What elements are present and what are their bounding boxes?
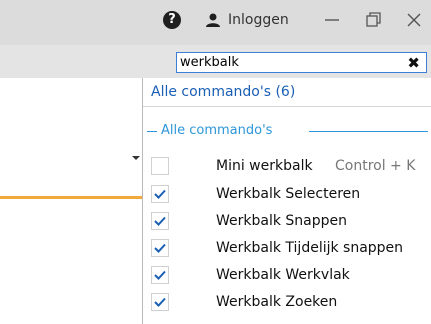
command-item[interactable]: Werkbalk Werkvlak: [143, 263, 431, 288]
all-commands-label[interactable]: Alle commando's (6): [151, 83, 295, 101]
command-search[interactable]: ✖: [176, 52, 427, 73]
command-item[interactable]: Werkbalk Zoeken: [143, 290, 431, 315]
item-label: Werkbalk Tijdelijk snappen: [216, 240, 404, 256]
command-item[interactable]: Werkbalk Snappen: [143, 209, 431, 234]
group-header: Alle commando's: [143, 122, 431, 140]
left-panel: [0, 78, 142, 324]
search-input[interactable]: [180, 54, 400, 71]
restore-icon[interactable]: [361, 8, 385, 32]
group-header-label: Alle commando's: [161, 123, 273, 138]
checkmark-icon: [154, 216, 166, 226]
help-icon[interactable]: ?: [163, 11, 181, 29]
checkmark-icon: [154, 189, 166, 199]
command-item[interactable]: Werkbalk Selecteren: [143, 182, 431, 207]
active-tab-indicator: [0, 196, 142, 199]
login-link[interactable]: Inloggen: [228, 9, 289, 31]
chevron-down-icon[interactable]: [132, 156, 140, 160]
clear-search-icon[interactable]: ✖: [407, 55, 420, 71]
group-divider-left: [147, 131, 157, 132]
minimize-icon[interactable]: [320, 8, 344, 32]
checkmark-icon: [154, 297, 166, 307]
title-bar: ? Inloggen: [0, 0, 431, 45]
group-divider-right: [309, 131, 428, 132]
item-checkbox[interactable]: [151, 212, 169, 230]
item-label: Werkbalk Werkvlak: [216, 267, 350, 283]
item-label: Werkbalk Snappen: [216, 213, 348, 229]
item-label: Werkbalk Selecteren: [216, 186, 361, 202]
item-checkbox[interactable]: [151, 266, 169, 284]
command-item[interactable]: Mini werkbalk Control + K: [143, 154, 431, 179]
item-label: Werkbalk Zoeken: [216, 294, 338, 310]
command-item[interactable]: Werkbalk Tijdelijk snappen: [143, 236, 431, 261]
item-checkbox[interactable]: [151, 185, 169, 203]
item-checkbox[interactable]: [151, 157, 169, 175]
close-icon[interactable]: [402, 8, 426, 32]
item-label: Mini werkbalk: [216, 158, 313, 174]
user-icon[interactable]: [205, 12, 221, 28]
all-commands-row[interactable]: Alle commando's (6): [143, 78, 431, 107]
item-shortcut: Control + K: [335, 158, 416, 174]
item-checkbox[interactable]: [151, 293, 169, 311]
checkmark-icon: [154, 270, 166, 280]
checkmark-icon: [154, 243, 166, 253]
item-checkbox[interactable]: [151, 239, 169, 257]
search-results-dropdown: Alle commando's (6) Alle commando's Mini…: [142, 78, 431, 324]
